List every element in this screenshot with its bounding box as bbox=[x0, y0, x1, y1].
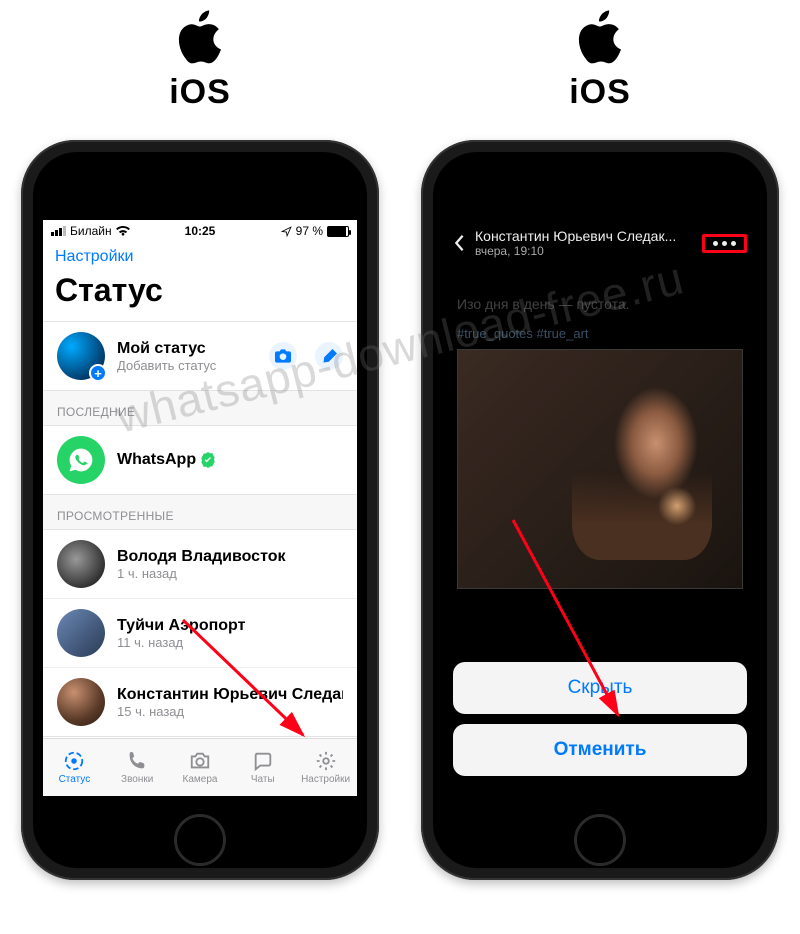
apple-logo-icon bbox=[577, 10, 623, 71]
section-recent-header: ПОСЛЕДНИЕ bbox=[43, 391, 357, 425]
status-item-time: 11 ч. назад bbox=[117, 635, 343, 650]
story-caption: Изо дня в день — пустота. bbox=[457, 296, 743, 312]
contact-avatar bbox=[57, 678, 105, 726]
home-button[interactable] bbox=[574, 814, 626, 866]
add-status-plus-icon: + bbox=[89, 364, 107, 382]
tab-camera[interactable]: Камера bbox=[169, 739, 232, 796]
platform-label: iOS bbox=[169, 73, 231, 112]
my-status-title: Мой статус bbox=[117, 340, 269, 358]
my-status-sub: Добавить статус bbox=[117, 358, 269, 373]
location-icon bbox=[281, 226, 292, 237]
status-item-viewed[interactable]: Константин Юрьевич Следак... 15 ч. назад bbox=[43, 667, 357, 736]
story-author-name: Константин Юрьевич Следак... bbox=[475, 228, 692, 244]
story-header: Константин Юрьевич Следак... вчера, 19:1… bbox=[443, 220, 757, 266]
phone-frame-right: Константин Юрьевич Следак... вчера, 19:1… bbox=[421, 140, 779, 880]
carrier-label: Билайн bbox=[70, 224, 112, 238]
status-item-name: Володя Владивосток bbox=[117, 548, 343, 566]
whatsapp-avatar-icon bbox=[57, 436, 105, 484]
back-icon[interactable] bbox=[453, 234, 465, 252]
contact-avatar bbox=[57, 609, 105, 657]
action-sheet: Скрыть Отменить bbox=[443, 652, 757, 796]
tab-label: Звонки bbox=[121, 774, 153, 785]
camera-button[interactable] bbox=[269, 342, 297, 370]
status-item-time: 1 ч. назад bbox=[117, 566, 343, 581]
hide-button[interactable]: Скрыть bbox=[453, 662, 747, 714]
story-time: вчера, 19:10 bbox=[475, 244, 692, 258]
status-item-time: 15 ч. назад bbox=[117, 704, 343, 719]
battery-pct: 97 % bbox=[296, 224, 323, 238]
my-status-avatar: + bbox=[57, 332, 105, 380]
story-tags: #true_quotes #true_art bbox=[457, 326, 743, 341]
page-title: Статус bbox=[43, 266, 357, 321]
tab-settings[interactable]: Настройки bbox=[294, 739, 357, 796]
status-item-viewed[interactable]: Туйчи Аэропорт 11 ч. назад bbox=[43, 598, 357, 667]
wifi-icon bbox=[116, 226, 130, 237]
tab-chats[interactable]: Чаты bbox=[231, 739, 294, 796]
tab-label: Настройки bbox=[301, 774, 350, 785]
status-item-name: Туйчи Аэропорт bbox=[117, 617, 343, 635]
status-item-viewed[interactable]: Володя Владивосток 1 ч. назад bbox=[43, 530, 357, 598]
tabbar: Статус Звонки Камера Чаты bbox=[43, 738, 357, 796]
more-menu-highlight bbox=[702, 234, 747, 253]
contact-avatar bbox=[57, 540, 105, 588]
tab-label: Чаты bbox=[251, 774, 275, 785]
battery-icon bbox=[327, 226, 349, 237]
nav-back-settings[interactable]: Настройки bbox=[43, 242, 357, 266]
home-button[interactable] bbox=[174, 814, 226, 866]
platform-label: iOS bbox=[569, 73, 631, 112]
statusbar: Билайн 10:25 97 % bbox=[43, 220, 357, 242]
more-menu-icon[interactable] bbox=[713, 241, 736, 246]
story-image bbox=[457, 349, 743, 589]
cancel-button[interactable]: Отменить bbox=[453, 724, 747, 776]
tab-status[interactable]: Статус bbox=[43, 739, 106, 796]
tab-calls[interactable]: Звонки bbox=[106, 739, 169, 796]
tab-label: Статус bbox=[59, 774, 91, 785]
edit-button[interactable] bbox=[315, 342, 343, 370]
screen-right: Константин Юрьевич Следак... вчера, 19:1… bbox=[443, 220, 757, 796]
screen-left: Билайн 10:25 97 % Настройки Статус bbox=[43, 220, 357, 796]
status-item-name: Константин Юрьевич Следак... bbox=[117, 686, 343, 704]
status-item-name: WhatsApp bbox=[117, 451, 196, 469]
tab-label: Камера bbox=[183, 774, 218, 785]
section-viewed-header: ПРОСМОТРЕННЫЕ bbox=[43, 495, 357, 529]
clock-label: 10:25 bbox=[185, 224, 216, 238]
apple-logo-icon bbox=[177, 10, 223, 71]
signal-icon bbox=[51, 226, 66, 236]
phone-frame-left: Билайн 10:25 97 % Настройки Статус bbox=[21, 140, 379, 880]
my-status-row[interactable]: + Мой статус Добавить статус bbox=[43, 322, 357, 390]
status-item-whatsapp[interactable]: WhatsApp bbox=[43, 426, 357, 494]
verified-icon bbox=[200, 452, 216, 468]
